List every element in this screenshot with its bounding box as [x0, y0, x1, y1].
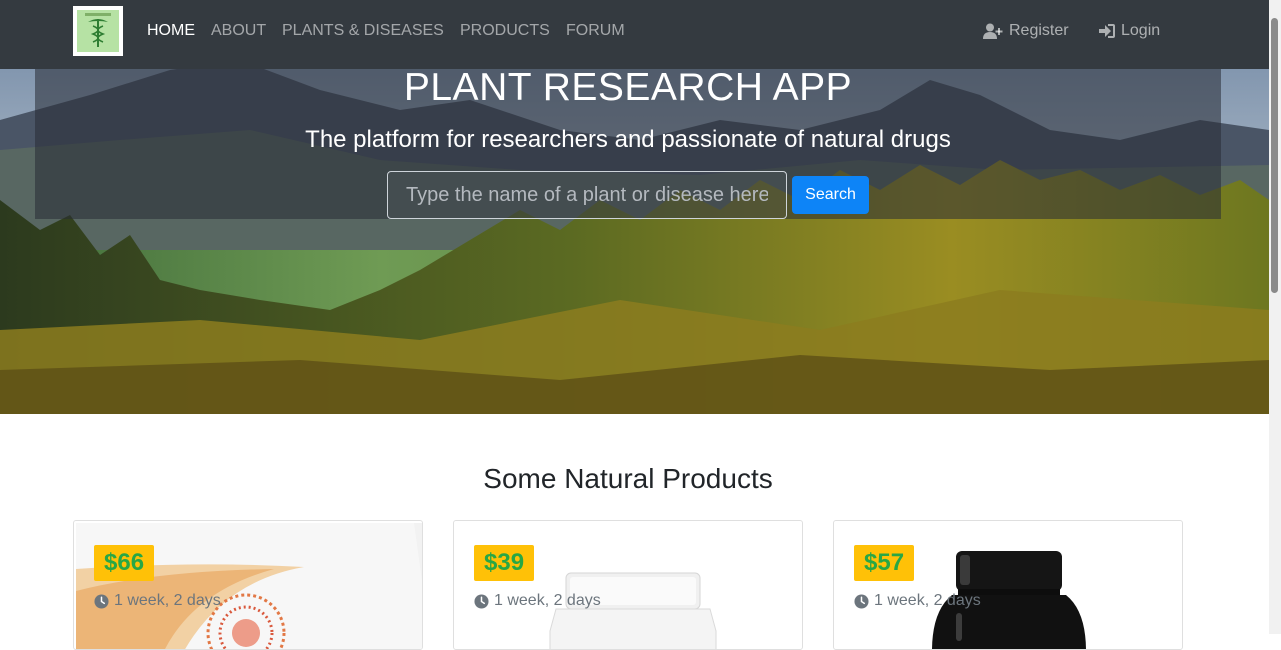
product-card[interactable]: $57 1 week, 2 days	[833, 520, 1183, 650]
nav-forum[interactable]: FORUM	[566, 22, 625, 40]
nav-plants-diseases[interactable]: PLANTS & DISEASES	[282, 22, 444, 40]
products-heading: Some Natural Products	[483, 463, 773, 494]
nav-products[interactable]: PRODUCTS	[460, 22, 550, 40]
nav-about[interactable]: ABOUT	[211, 22, 266, 40]
hero-title: PLANT RESEARCH APP	[403, 66, 853, 109]
hero-subtitle: The platform for researchers and passion…	[305, 126, 951, 153]
product-image	[549, 572, 717, 649]
post-age: 1 week, 2 days	[474, 592, 601, 610]
caduceus-logo-icon[interactable]	[73, 6, 123, 56]
post-age: 1 week, 2 days	[854, 592, 981, 610]
register-label: Register	[1009, 22, 1069, 39]
top-navbar: HOME ABOUT PLANTS & DISEASES PRODUCTS FO…	[0, 0, 1269, 69]
price-badge: $66	[94, 545, 155, 581]
post-age-text: 1 week, 2 days	[494, 592, 601, 609]
post-age-text: 1 week, 2 days	[114, 592, 221, 609]
product-card[interactable]: $39 1 week, 2 days	[453, 520, 803, 650]
clock-icon	[94, 593, 109, 609]
register-link[interactable]: Register	[983, 22, 1069, 40]
page-scrollbar[interactable]	[1269, 0, 1281, 634]
post-age-text: 1 week, 2 days	[874, 592, 981, 609]
product-image	[76, 523, 422, 649]
login-label: Login	[1121, 22, 1161, 39]
product-card[interactable]: $66 1 week, 2 days	[73, 520, 423, 650]
price-badge: $57	[854, 545, 915, 581]
search-input[interactable]	[387, 171, 787, 219]
nav-home[interactable]: HOME	[147, 22, 195, 40]
post-age: 1 week, 2 days	[94, 592, 221, 610]
search-button[interactable]: Search	[792, 176, 869, 214]
sign-in-icon	[1099, 24, 1115, 38]
clock-icon	[854, 593, 869, 609]
login-link[interactable]: Login	[1099, 22, 1160, 40]
scrollbar-thumb[interactable]	[1271, 18, 1278, 293]
price-badge: $39	[474, 545, 535, 581]
product-image	[932, 551, 1086, 649]
clock-icon	[474, 593, 489, 609]
caduceus-icon	[85, 13, 111, 47]
user-plus-icon	[983, 23, 1003, 39]
